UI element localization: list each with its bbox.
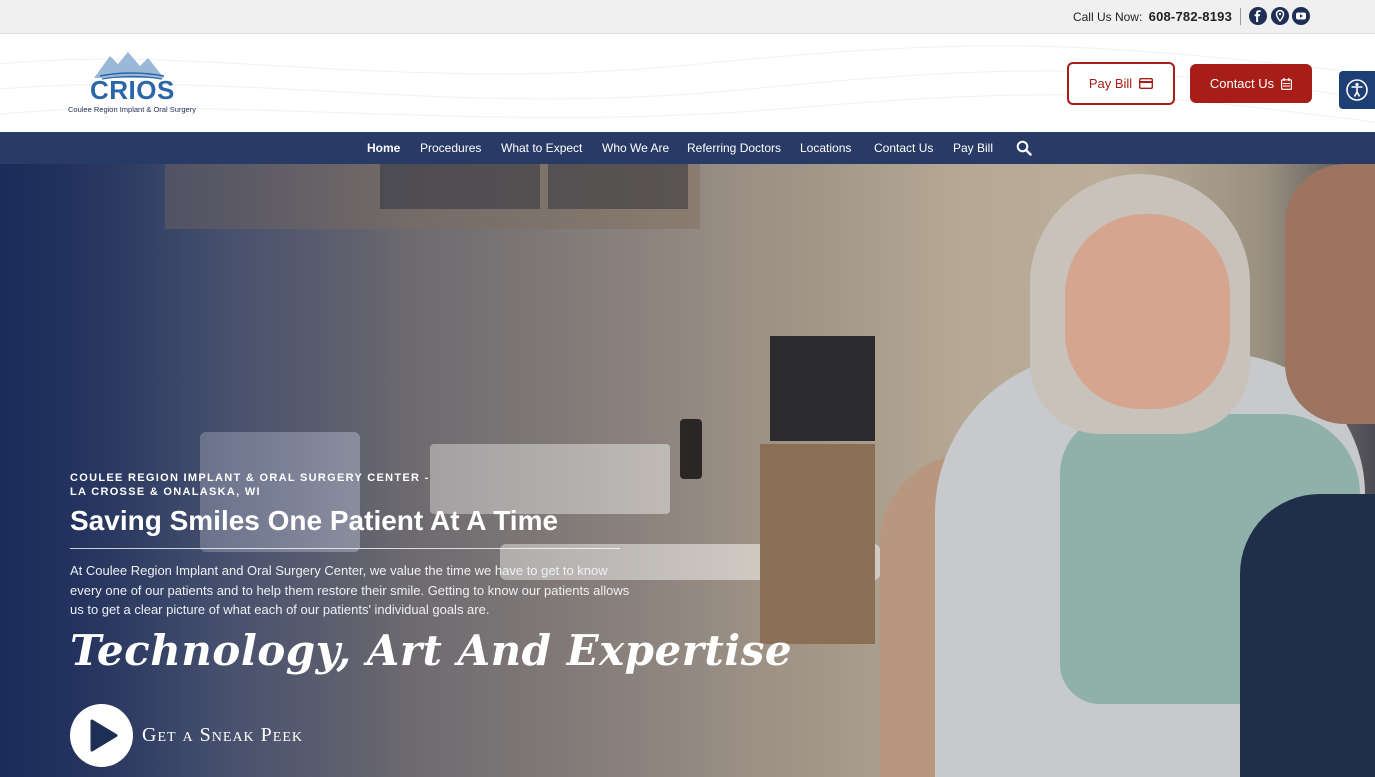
nav-item-who-we-are[interactable]: Who We Are bbox=[602, 141, 669, 155]
nav-item-home[interactable]: Home bbox=[367, 141, 400, 155]
accessibility-icon bbox=[1346, 79, 1368, 101]
play-icon bbox=[90, 719, 118, 752]
site-header: CRIOS Coulee Region Implant & Oral Surge… bbox=[0, 34, 1375, 132]
top-utility-bar: Call Us Now: 608-782-8193 bbox=[0, 0, 1375, 34]
sneak-peek-link[interactable]: Get a Sneak Peek bbox=[142, 724, 303, 747]
contact-us-label: Contact Us bbox=[1209, 76, 1275, 91]
credit-card-icon bbox=[1139, 78, 1154, 89]
pay-bill-label: Pay Bill bbox=[1088, 76, 1133, 91]
logo-wordmark: CRIOS bbox=[90, 75, 175, 105]
hero-divider bbox=[70, 548, 620, 549]
hero-section: COULEE REGION IMPLANT & ORAL SURGERY CEN… bbox=[0, 164, 1375, 777]
hero-eyebrow: COULEE REGION IMPLANT & ORAL SURGERY CEN… bbox=[70, 471, 430, 499]
phone-number-link[interactable]: 608-782-8193 bbox=[1149, 9, 1232, 24]
pay-bill-button[interactable]: Pay Bill bbox=[1067, 62, 1175, 105]
nav-item-contact-us[interactable]: Contact Us bbox=[874, 141, 933, 155]
nav-item-procedures[interactable]: Procedures bbox=[420, 141, 481, 155]
map-pin-icon[interactable] bbox=[1271, 7, 1289, 25]
call-us-text: Call Us Now: 608-782-8193 bbox=[1073, 9, 1232, 24]
calendar-icon bbox=[1281, 77, 1293, 90]
facebook-icon[interactable] bbox=[1249, 7, 1267, 25]
hero-eyebrow-line-2: LA CROSSE & ONALASKA, WI bbox=[70, 486, 261, 498]
hero-eyebrow-line-1: COULEE REGION IMPLANT & ORAL SURGERY CEN… bbox=[70, 472, 430, 484]
topbar-divider bbox=[1240, 8, 1241, 25]
search-icon[interactable] bbox=[1016, 140, 1032, 156]
hero-paragraph: At Coulee Region Implant and Oral Surger… bbox=[70, 563, 630, 617]
hero-headline: Saving Smiles One Patient At A Time bbox=[70, 505, 559, 536]
nav-item-what-to-expect[interactable]: What to Expect bbox=[501, 141, 582, 155]
nav-item-locations[interactable]: Locations bbox=[800, 141, 851, 155]
call-label: Call Us Now: bbox=[1072, 10, 1143, 24]
accessibility-toggle[interactable] bbox=[1339, 71, 1375, 109]
contact-us-button[interactable]: Contact Us bbox=[1190, 64, 1312, 103]
hero-script-heading: Technology, Art And Expertise bbox=[70, 626, 793, 675]
main-navigation: Home Procedures What to Expect Who We Ar… bbox=[0, 132, 1375, 164]
play-video-button[interactable] bbox=[70, 704, 133, 767]
crios-logo[interactable]: CRIOS Coulee Region Implant & Oral Surge… bbox=[66, 48, 202, 118]
youtube-icon[interactable] bbox=[1292, 7, 1310, 25]
logo-subtitle: Coulee Region Implant & Oral Surgery bbox=[68, 105, 196, 114]
nav-item-pay-bill[interactable]: Pay Bill bbox=[953, 141, 993, 155]
nav-item-referring-doctors[interactable]: Referring Doctors bbox=[687, 141, 781, 155]
